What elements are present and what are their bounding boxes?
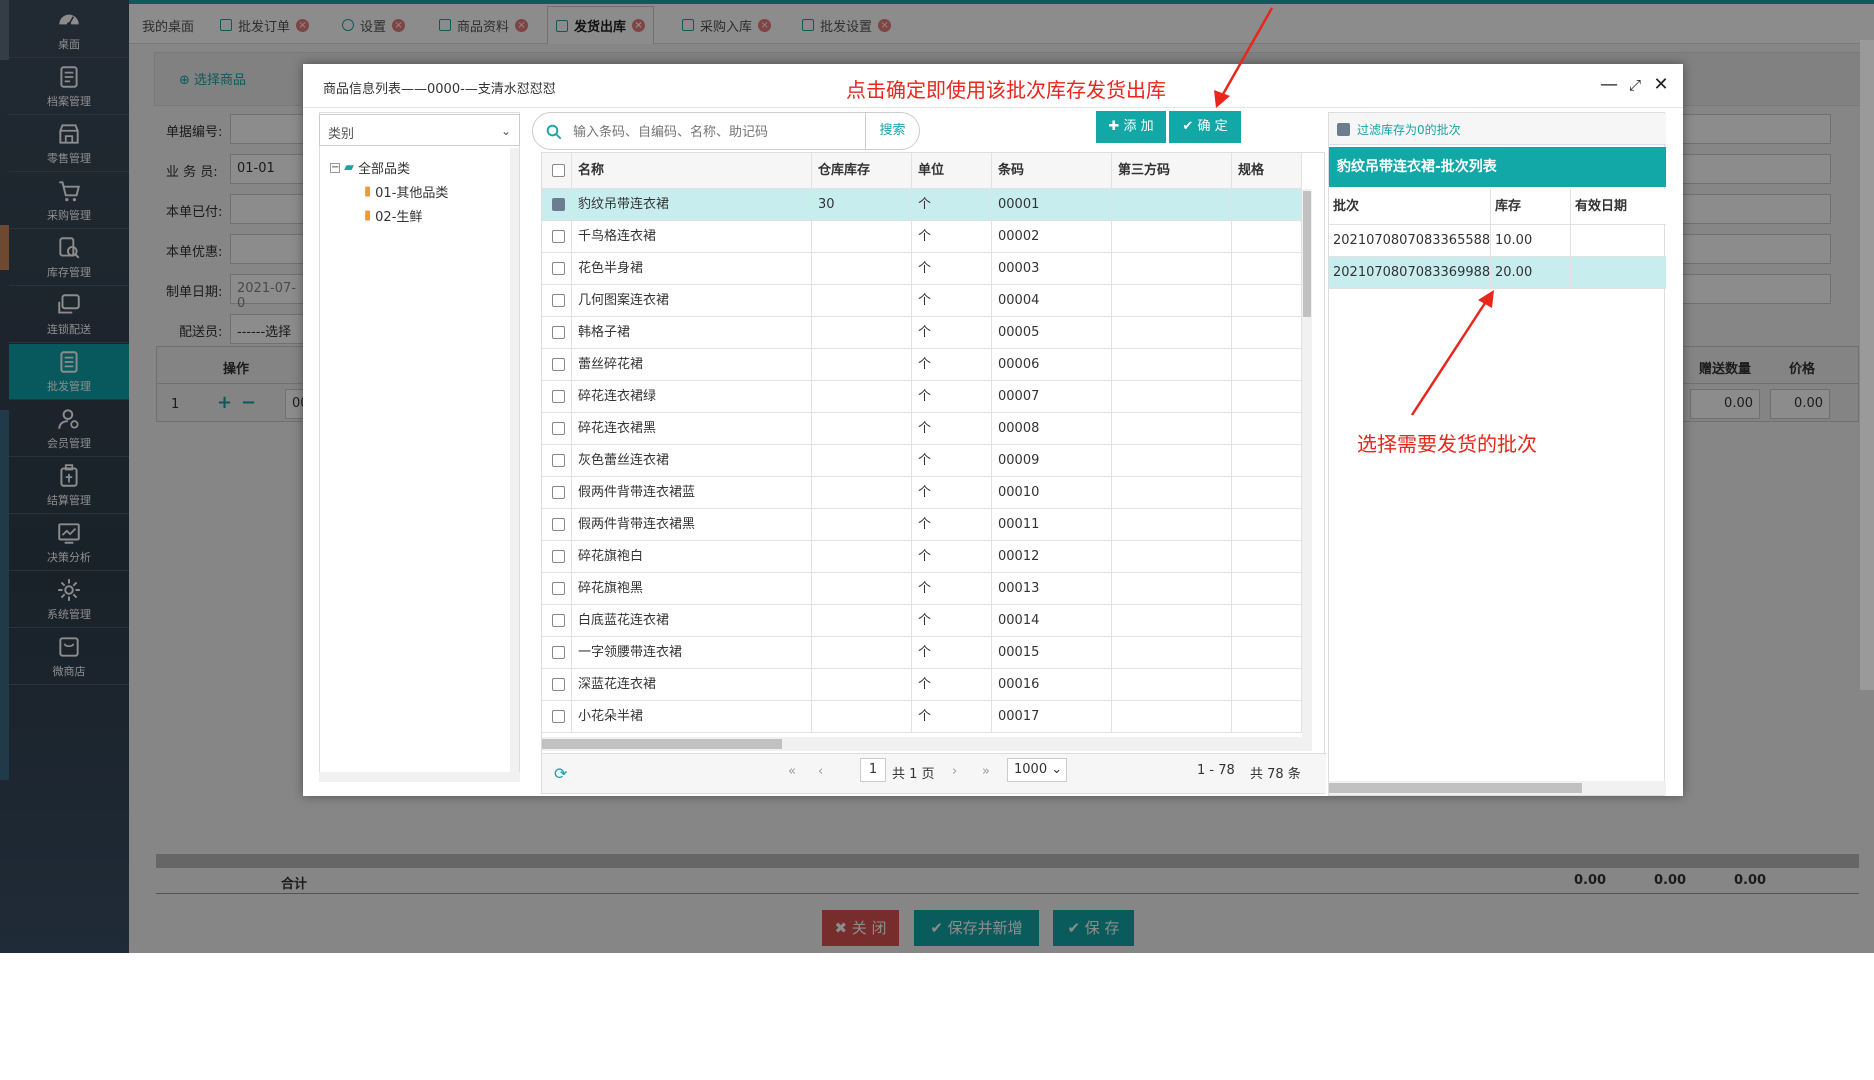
annotation-arrows <box>1214 7 1494 416</box>
arrow-head-icon <box>1478 290 1494 308</box>
app-window: 桌面 档案管理 零售管理 采购管理 库存管理 连锁配送 批发管理 会员管理 结算… <box>0 0 1874 953</box>
arrow-head-icon <box>1214 90 1230 108</box>
page-scrollbar[interactable] <box>1860 40 1874 690</box>
